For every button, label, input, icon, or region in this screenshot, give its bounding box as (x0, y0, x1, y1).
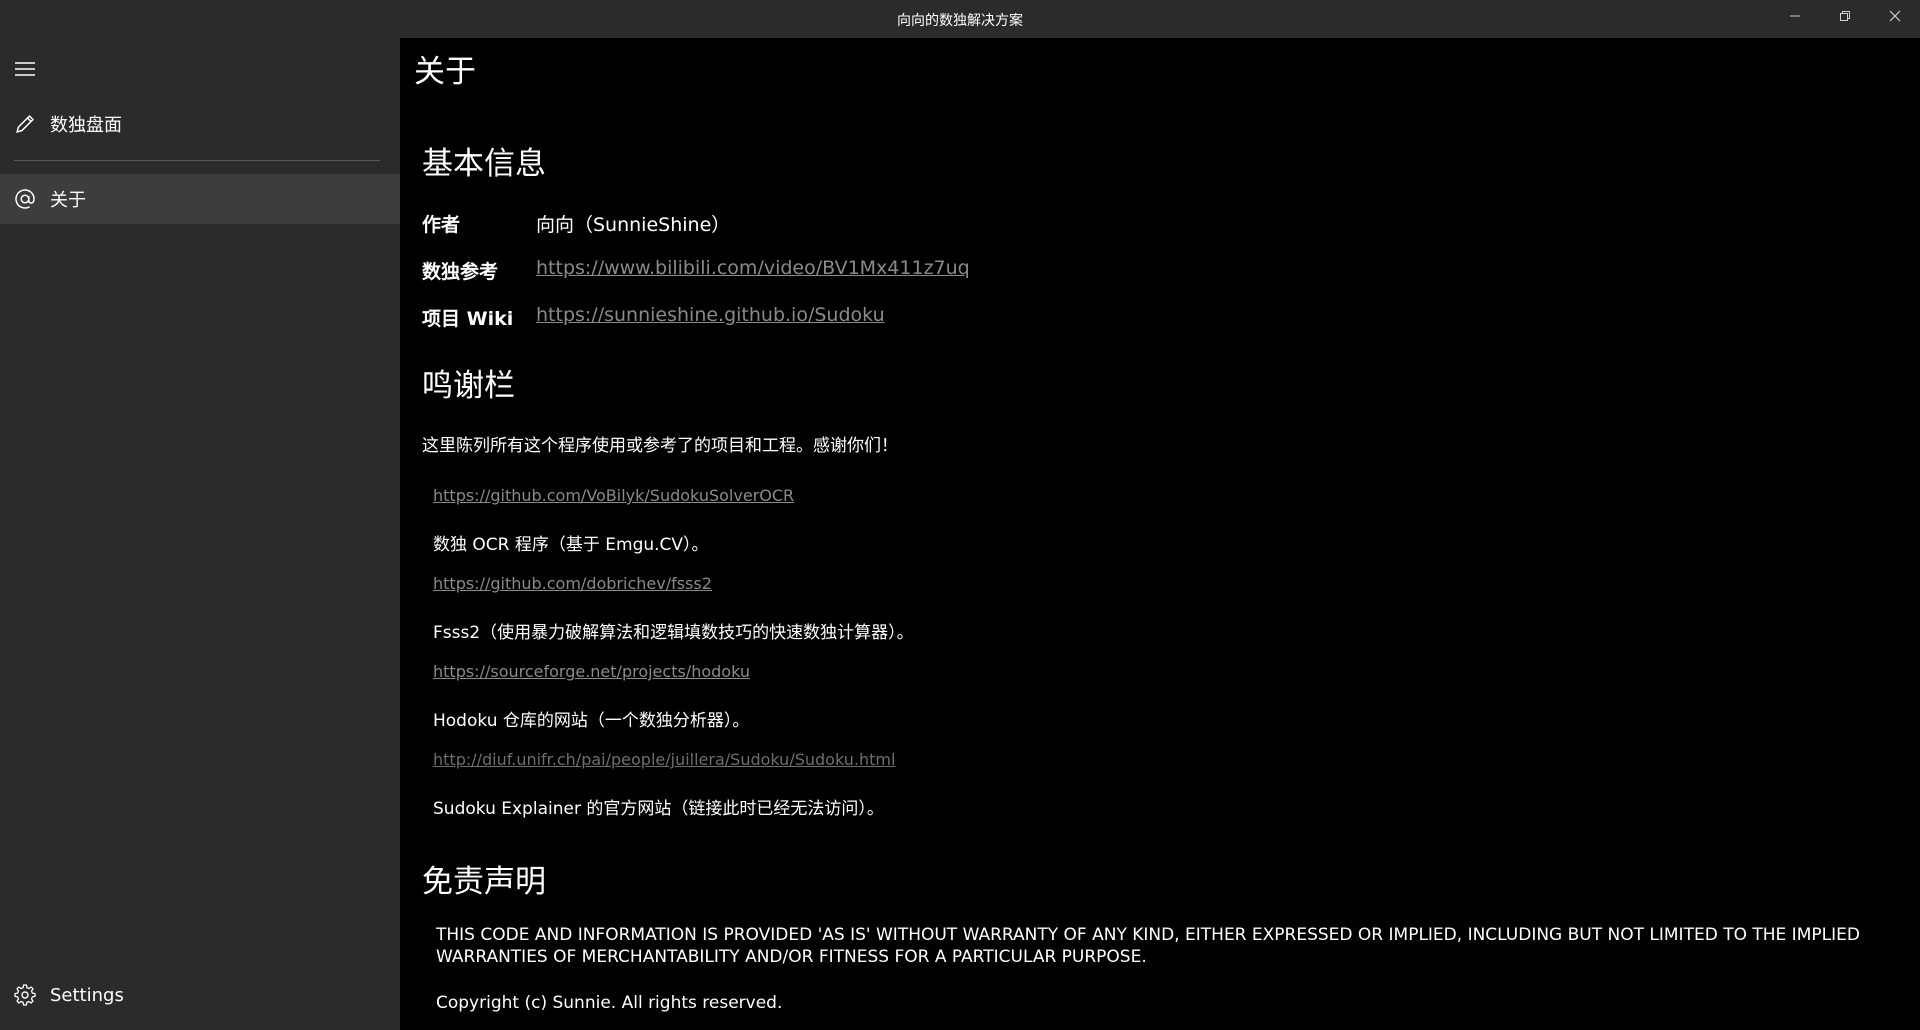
credit-link[interactable]: https://sourceforge.net/projects/hodoku (433, 662, 750, 681)
disclaimer-text: THIS CODE AND INFORMATION IS PROVIDED 'A… (436, 925, 1860, 967)
credit-link[interactable]: https://github.com/VoBilyk/SudokuSolverO… (433, 486, 794, 505)
credit-description: Fsss2（使用暴力破解算法和逻辑填数技巧的快速数独计算器）。 (433, 623, 914, 643)
info-label-author: 作者 (422, 214, 461, 236)
credit-description: Sudoku Explainer 的官方网站（链接此时已经无法访问）。 (433, 799, 884, 819)
minimize-icon (1790, 15, 1800, 17)
restore-icon (1840, 11, 1850, 21)
credit-description: Hodoku 仓库的网站（一个数独分析器）。 (433, 711, 750, 731)
navigation-pane: 数独盘面 关于 Settings (0, 38, 400, 1030)
info-value-author: 向向（SunnieShine） (536, 214, 731, 236)
credit-link[interactable]: http://diuf.unifr.ch/pai/people/juillera… (433, 750, 895, 769)
project-wiki-link[interactable]: https://sunnieshine.github.io/Sudoku (536, 304, 885, 326)
nav-item-label: 数独盘面 (50, 115, 122, 136)
info-label-project-wiki: 项目 Wiki (422, 308, 514, 330)
copyright-text: Copyright (c) Sunnie. All rights reserve… (436, 993, 783, 1013)
title-bar: 向向的数独解决方案 (0, 0, 1920, 38)
nav-item-settings[interactable]: Settings (0, 970, 400, 1020)
credit-description: 数独 OCR 程序（基于 Emgu.CV）。 (433, 535, 709, 555)
at-icon (12, 186, 38, 212)
restore-button[interactable] (1820, 0, 1870, 32)
nav-item-label: Settings (50, 984, 124, 1006)
minimize-button[interactable] (1770, 0, 1820, 32)
close-icon (1889, 10, 1901, 22)
sudoku-reference-link[interactable]: https://www.bilibili.com/video/BV1Mx411z… (536, 257, 970, 279)
credit-link[interactable]: https://github.com/dobrichev/fsss2 (433, 574, 712, 593)
info-label-sudoku-reference: 数独参考 (422, 261, 499, 283)
nav-item-about[interactable]: 关于 (0, 174, 400, 224)
section-heading-credits: 鸣谢栏 (422, 368, 515, 404)
close-button[interactable] (1870, 0, 1920, 32)
credits-intro: 这里陈列所有这个程序使用或参考了的项目和工程。感谢你们！ (422, 436, 898, 456)
section-heading-basic-info: 基本信息 (422, 146, 546, 182)
page-title: 关于 (414, 54, 476, 90)
window-title: 向向的数独解决方案 (897, 13, 1023, 29)
pencil-icon (12, 111, 38, 137)
section-heading-disclaimer: 免责声明 (422, 864, 546, 900)
menu-toggle-button[interactable] (12, 56, 38, 82)
hamburger-icon (15, 62, 35, 76)
nav-item-sudoku-board[interactable]: 数独盘面 (0, 99, 400, 149)
gear-icon (12, 982, 38, 1008)
about-page: 关于 基本信息 作者 向向（SunnieShine） 数独参考 https://… (400, 38, 1920, 1030)
nav-divider (14, 160, 380, 161)
nav-item-label: 关于 (50, 190, 86, 211)
